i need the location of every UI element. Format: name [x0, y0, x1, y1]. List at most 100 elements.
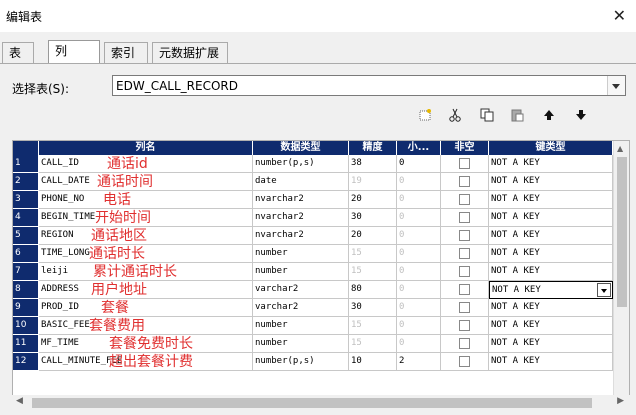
cell-not-null[interactable]	[441, 281, 489, 299]
cell-data-type[interactable]: number	[253, 335, 349, 353]
cell-data-type[interactable]: nvarchar2	[253, 227, 349, 245]
cell-precision[interactable]: 15	[349, 263, 397, 281]
cell-not-null[interactable]	[441, 317, 489, 335]
cell-precision[interactable]: 19	[349, 173, 397, 191]
not-null-checkbox[interactable]	[459, 266, 470, 277]
key-type-dropdown-icon[interactable]	[597, 283, 611, 297]
not-null-checkbox[interactable]	[459, 320, 470, 331]
cell-precision[interactable]: 15	[349, 245, 397, 263]
scroll-up-icon[interactable]: ▲	[617, 144, 623, 153]
cell-key-type[interactable]: NOT A KEY	[489, 281, 613, 299]
cell-scale[interactable]: 0	[397, 263, 441, 281]
cell-precision[interactable]: 30	[349, 209, 397, 227]
header-key-type[interactable]: 键类型	[489, 141, 613, 155]
cell-scale[interactable]: 0	[397, 245, 441, 263]
cell-not-null[interactable]	[441, 155, 489, 173]
cell-precision[interactable]: 10	[349, 353, 397, 371]
header-not-null[interactable]: 非空	[441, 141, 489, 155]
cell-key-type[interactable]: NOT A KEY	[489, 317, 613, 335]
header-precision[interactable]: 精度	[349, 141, 397, 155]
cell-not-null[interactable]	[441, 191, 489, 209]
cell-data-type[interactable]: number(p,s)	[253, 353, 349, 371]
cell-data-type[interactable]: varchar2	[253, 299, 349, 317]
paste-icon[interactable]	[508, 108, 526, 126]
header-scale[interactable]: 小...	[397, 141, 441, 155]
header-data-type[interactable]: 数据类型	[253, 141, 349, 155]
cell-key-type[interactable]: NOT A KEY	[489, 263, 613, 281]
cell-data-type[interactable]: varchar2	[253, 281, 349, 299]
cell-scale[interactable]: 0	[397, 191, 441, 209]
cell-data-type[interactable]: date	[253, 173, 349, 191]
cell-key-type[interactable]: NOT A KEY	[489, 155, 613, 173]
not-null-checkbox[interactable]	[459, 194, 470, 205]
cell-key-type[interactable]: NOT A KEY	[489, 299, 613, 317]
arrow-down-icon[interactable]	[572, 108, 590, 126]
cell-not-null[interactable]	[441, 335, 489, 353]
cell-not-null[interactable]	[441, 173, 489, 191]
cell-column-name[interactable]: PROD_ID	[39, 299, 253, 317]
cell-scale[interactable]: 0	[397, 209, 441, 227]
cell-precision[interactable]: 20	[349, 191, 397, 209]
cell-key-type[interactable]: NOT A KEY	[489, 353, 613, 371]
cell-scale[interactable]: 0	[397, 227, 441, 245]
not-null-checkbox[interactable]	[459, 158, 470, 169]
cell-precision[interactable]: 38	[349, 155, 397, 173]
tab-indexes[interactable]: 索引	[104, 42, 148, 63]
horizontal-scroll-thumb[interactable]	[32, 398, 592, 408]
arrow-up-icon[interactable]	[540, 108, 558, 126]
new-row-icon[interactable]	[416, 108, 434, 126]
vertical-scroll-thumb[interactable]	[617, 157, 627, 307]
cell-key-type[interactable]: NOT A KEY	[489, 173, 613, 191]
scissors-icon[interactable]	[446, 108, 464, 126]
cell-scale[interactable]: 0	[397, 317, 441, 335]
cell-precision[interactable]: 30	[349, 299, 397, 317]
table-row[interactable]: 12 CALL_MINUTE_FEE number(p,s) 10 2 NOT A KEY…	[13, 353, 613, 371]
table-row[interactable]: 10 BASIC_FEE number 15 0 NOT A KEY 套餐费用	[13, 317, 613, 335]
cell-scale[interactable]: 0	[397, 335, 441, 353]
cell-data-type[interactable]: number	[253, 263, 349, 281]
cell-precision[interactable]: 15	[349, 317, 397, 335]
not-null-checkbox[interactable]	[459, 248, 470, 259]
cell-key-type[interactable]: NOT A KEY	[489, 227, 613, 245]
cell-not-null[interactable]	[441, 299, 489, 317]
cell-data-type[interactable]: number	[253, 317, 349, 335]
cell-key-type[interactable]: NOT A KEY	[489, 245, 613, 263]
not-null-checkbox[interactable]	[459, 284, 470, 295]
not-null-checkbox[interactable]	[459, 176, 470, 187]
not-null-checkbox[interactable]	[459, 356, 470, 367]
copy-icon[interactable]	[478, 108, 496, 126]
not-null-checkbox[interactable]	[459, 338, 470, 349]
tab-metadata-extension[interactable]: 元数据扩展	[152, 42, 228, 63]
vertical-scrollbar[interactable]: ▲	[613, 141, 629, 395]
scroll-left-icon[interactable]: ◀	[16, 396, 23, 406]
cell-not-null[interactable]	[441, 209, 489, 227]
not-null-checkbox[interactable]	[459, 302, 470, 313]
horizontal-scrollbar[interactable]: ◀ ▶	[12, 395, 630, 411]
cell-not-null[interactable]	[441, 353, 489, 371]
cell-data-type[interactable]: number	[253, 245, 349, 263]
cell-precision[interactable]: 15	[349, 335, 397, 353]
tab-table[interactable]: 表	[2, 42, 34, 63]
cell-scale[interactable]: 0	[397, 299, 441, 317]
cell-precision[interactable]: 80	[349, 281, 397, 299]
cell-data-type[interactable]: nvarchar2	[253, 209, 349, 227]
not-null-checkbox[interactable]	[459, 230, 470, 241]
chevron-down-icon[interactable]	[607, 76, 625, 95]
cell-not-null[interactable]	[441, 245, 489, 263]
cell-scale[interactable]: 0	[397, 173, 441, 191]
cell-not-null[interactable]	[441, 227, 489, 245]
cell-key-type[interactable]: NOT A KEY	[489, 335, 613, 353]
cell-scale[interactable]: 0	[397, 155, 441, 173]
cell-data-type[interactable]: nvarchar2	[253, 191, 349, 209]
cell-key-type[interactable]: NOT A KEY	[489, 191, 613, 209]
select-table-dropdown[interactable]: EDW_CALL_RECORD	[112, 75, 626, 96]
cell-key-type[interactable]: NOT A KEY	[489, 209, 613, 227]
close-icon[interactable]: ✕	[613, 6, 626, 25]
tab-columns[interactable]: 列	[48, 40, 100, 64]
scroll-right-icon[interactable]: ▶	[617, 396, 624, 406]
cell-precision[interactable]: 20	[349, 227, 397, 245]
cell-data-type[interactable]: number(p,s)	[253, 155, 349, 173]
not-null-checkbox[interactable]	[459, 212, 470, 223]
cell-scale[interactable]: 2	[397, 353, 441, 371]
cell-scale[interactable]: 0	[397, 281, 441, 299]
